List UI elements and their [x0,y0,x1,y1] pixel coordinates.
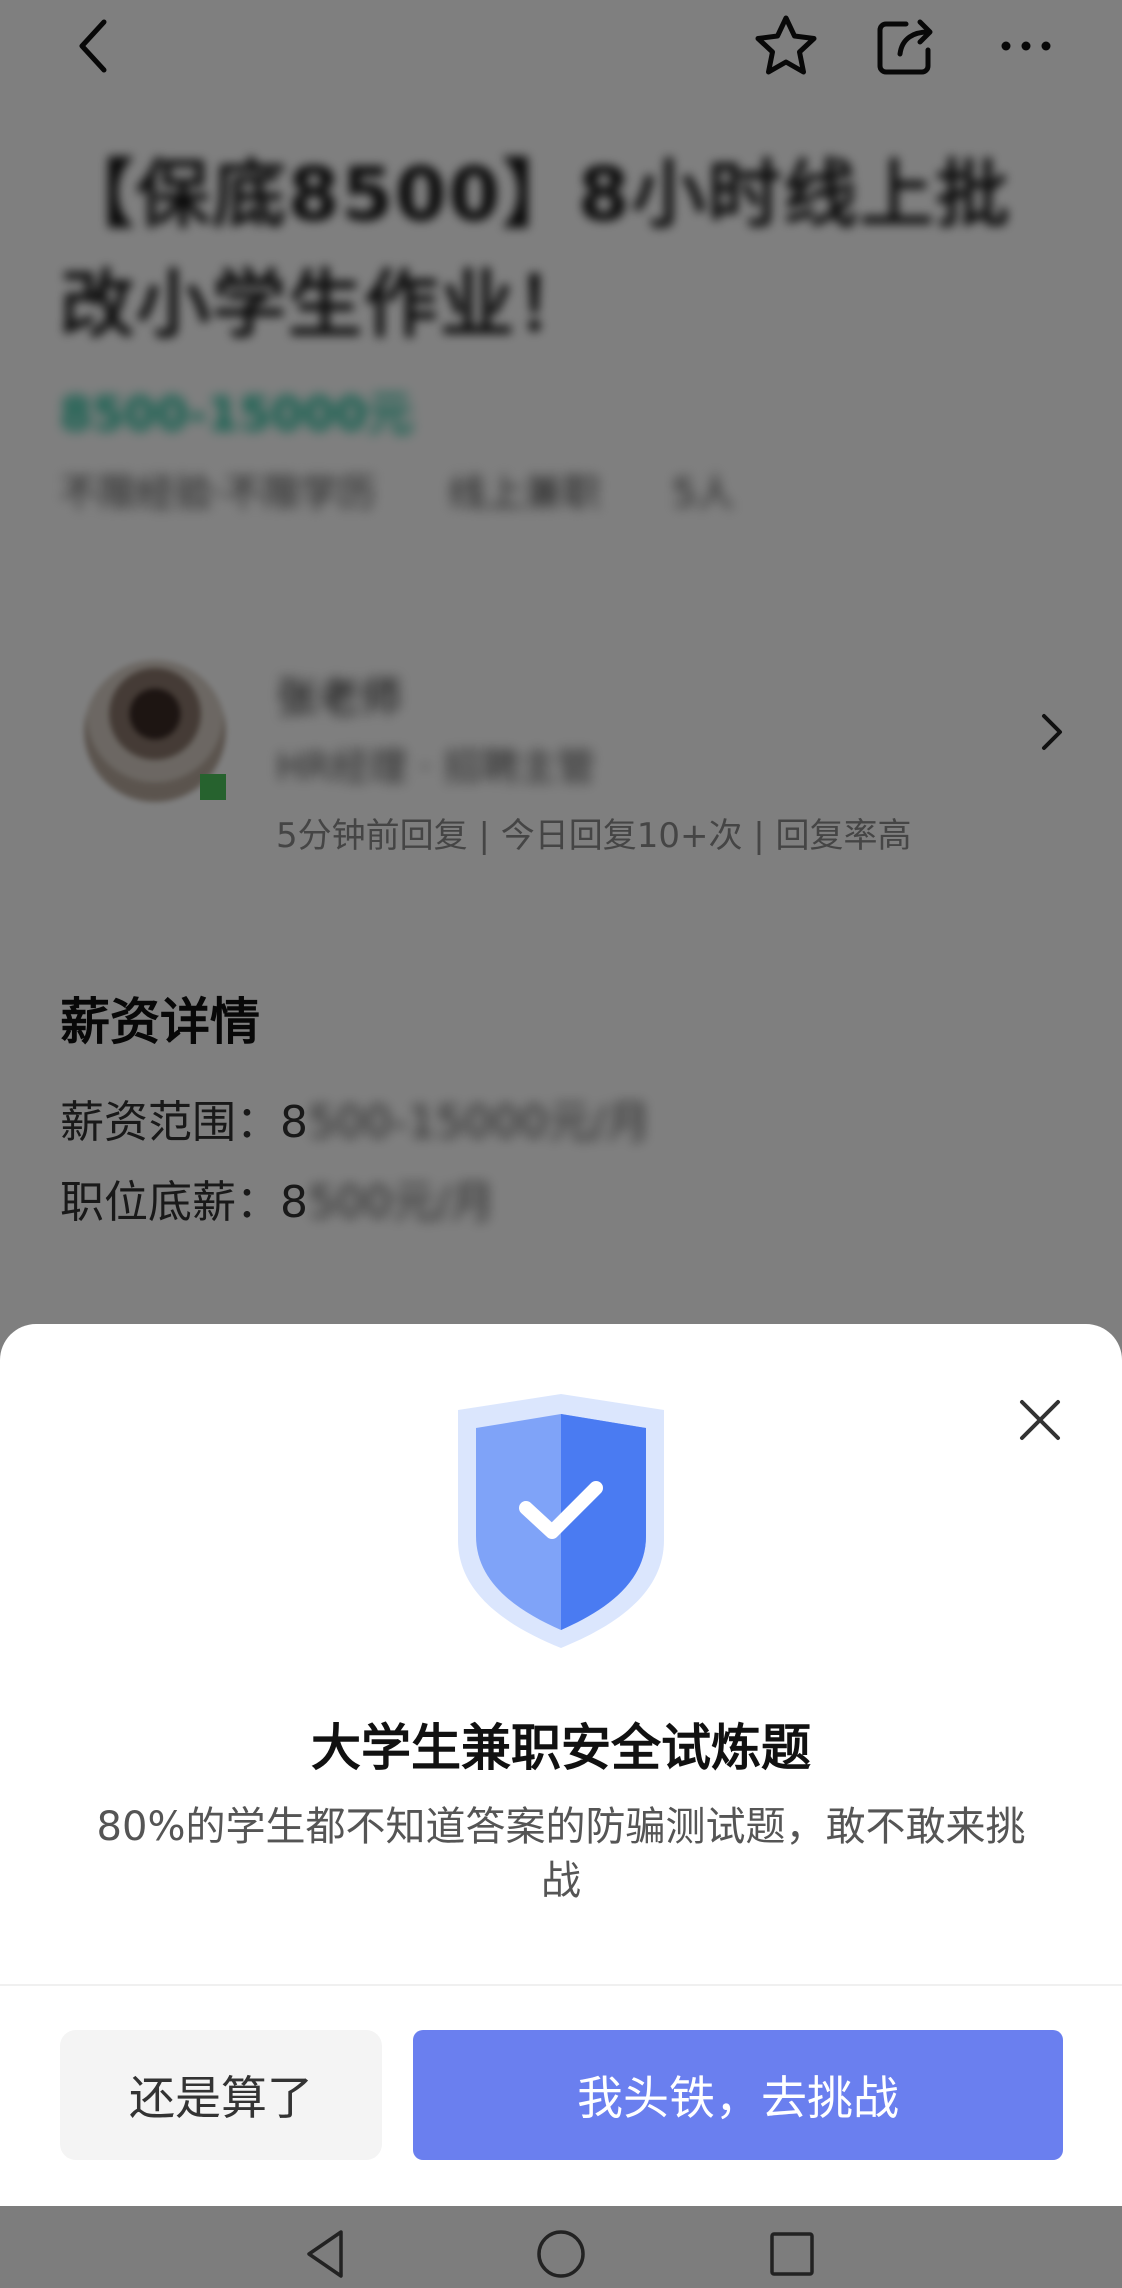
job-detail-page: 【保底8500】8小时线上批改小学生作业！ 8500-15000元 不限经验·不… [0,0,1122,2288]
close-icon[interactable] [1010,1390,1070,1450]
divider [0,1984,1122,1986]
system-nav-bar [0,2206,1122,2288]
start-challenge-button[interactable]: 我头铁，去挑战 [413,2030,1063,2160]
circle-home-icon[interactable] [531,2224,591,2284]
shield-check-icon [450,1390,672,1650]
triangle-back-icon[interactable] [297,2224,357,2284]
cancel-button[interactable]: 还是算了 [60,2030,382,2160]
modal-title: 大学生兼职安全试炼题 [311,1719,811,1777]
square-recents-icon[interactable] [762,2224,822,2284]
modal-description: 80%的学生都不知道答案的防骗测试题，敢不敢来挑战 [96,1804,1026,1904]
